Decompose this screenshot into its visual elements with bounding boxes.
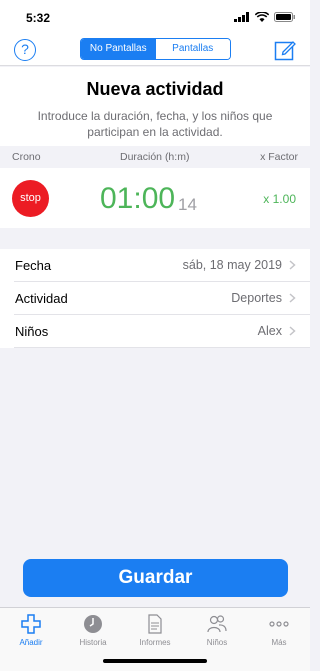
wifi-icon bbox=[255, 12, 269, 22]
compose-icon[interactable] bbox=[274, 39, 296, 61]
duration-value[interactable]: 01:00 bbox=[100, 182, 175, 216]
segment-no-pantallas[interactable]: No Pantallas bbox=[81, 39, 156, 59]
tab-label: Más bbox=[271, 638, 287, 647]
tab-label: Historia bbox=[79, 638, 107, 647]
tab-label: Informes bbox=[139, 638, 171, 647]
column-duration: Duración (h:m) bbox=[120, 151, 190, 163]
status-icons bbox=[234, 12, 296, 22]
page-subtitle: Introduce la duración, fecha, y los niño… bbox=[37, 109, 273, 139]
tab-anadir[interactable]: Añadir bbox=[0, 608, 62, 671]
plus-icon bbox=[21, 614, 41, 634]
save-button[interactable]: Guardar bbox=[23, 559, 288, 597]
fecha-label: Fecha bbox=[15, 258, 52, 273]
ninos-value: Alex bbox=[257, 324, 282, 338]
screen-mode-segmented-control[interactable]: No Pantallas Pantallas bbox=[80, 38, 231, 60]
home-indicator bbox=[103, 659, 207, 663]
column-headers: Crono Duración (h:m) x Factor bbox=[0, 146, 310, 168]
details-list: Fecha sáb, 18 may 2019 Actividad Deporte… bbox=[0, 249, 310, 348]
people-icon bbox=[207, 615, 227, 633]
page-title: Nueva actividad bbox=[86, 79, 224, 99]
segment-pantallas[interactable]: Pantallas bbox=[155, 39, 230, 59]
help-icon: ? bbox=[21, 41, 29, 57]
seconds-value: 14 bbox=[178, 195, 197, 214]
timer-row: stop 01:00 14 x 1.00 bbox=[0, 168, 310, 228]
document-icon bbox=[148, 614, 162, 634]
chevron-right-icon bbox=[289, 326, 296, 336]
status-bar: 5:32 bbox=[0, 0, 310, 36]
actividad-row[interactable]: Actividad Deportes bbox=[14, 282, 310, 315]
actividad-value: Deportes bbox=[231, 291, 282, 305]
column-crono: Crono bbox=[12, 151, 41, 163]
battery-icon bbox=[274, 12, 295, 22]
tab-mas[interactable]: Más bbox=[248, 608, 310, 671]
fecha-value: sáb, 18 may 2019 bbox=[182, 258, 282, 272]
actividad-label: Actividad bbox=[15, 291, 68, 306]
chevron-right-icon bbox=[289, 260, 296, 270]
fecha-row[interactable]: Fecha sáb, 18 may 2019 bbox=[14, 249, 310, 282]
ninos-label: Niños bbox=[15, 324, 49, 339]
status-time: 5:32 bbox=[26, 11, 51, 25]
tab-label: Niños bbox=[206, 638, 228, 647]
ninos-row[interactable]: Niños Alex bbox=[14, 315, 310, 348]
page-header: Nueva actividad Introduce la duración, f… bbox=[0, 67, 310, 146]
help-button[interactable]: ? bbox=[14, 39, 36, 61]
stop-button[interactable]: stop bbox=[12, 180, 49, 217]
column-factor: x Factor bbox=[260, 151, 298, 163]
chevron-right-icon bbox=[289, 293, 296, 303]
nav-bar: ? No Pantallas Pantallas bbox=[0, 36, 310, 66]
clock-icon bbox=[84, 615, 102, 633]
signal-icon bbox=[234, 12, 249, 22]
tab-label: Añadir bbox=[19, 638, 43, 647]
factor-value[interactable]: x 1.00 bbox=[263, 192, 296, 206]
more-icon bbox=[269, 621, 289, 627]
